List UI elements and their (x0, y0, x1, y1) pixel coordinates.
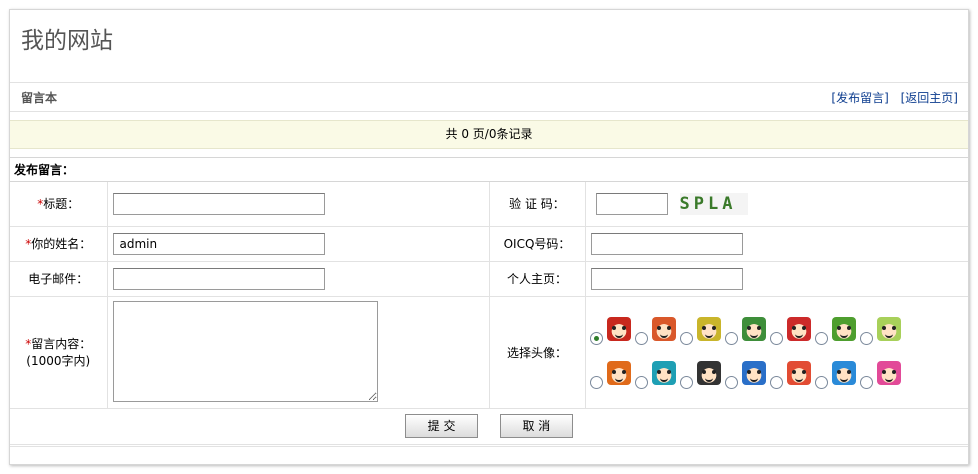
subject-label: *标题： (10, 182, 108, 227)
subject-label-text: 标题： (43, 197, 80, 212)
avatar-option[interactable] (679, 316, 721, 347)
homepage-input[interactable] (590, 267, 743, 290)
avatar-option[interactable] (724, 316, 766, 347)
avatar-option[interactable] (679, 360, 721, 391)
avatar-radio[interactable] (724, 331, 738, 345)
avatar-option[interactable] (634, 316, 676, 347)
blue-hair-boy-icon (831, 360, 856, 385)
avatar-radio[interactable] (814, 331, 828, 345)
blue-cap-boy-icon (741, 360, 766, 385)
subject-input[interactable] (112, 192, 325, 215)
avatar-option[interactable] (814, 316, 856, 347)
avatar-radio[interactable] (589, 331, 603, 345)
name-label: *你的姓名： (10, 225, 108, 262)
avatar-option[interactable] (859, 360, 901, 391)
avatar-radio[interactable] (679, 331, 693, 345)
avatar-radio[interactable] (724, 375, 738, 389)
panda-red-hair-icon (606, 316, 631, 341)
guestbook-links: [发布留言] [返回主页] (823, 89, 958, 106)
avatar-option[interactable] (589, 316, 631, 347)
name-input[interactable] (112, 232, 325, 255)
form-title: 发布留言： (10, 157, 968, 182)
avatar-radio[interactable] (859, 375, 873, 389)
teal-hair-girl-icon (651, 360, 676, 385)
oicq-input[interactable] (590, 232, 743, 255)
email-label: 电子邮件： (10, 260, 108, 297)
avatar-option[interactable] (769, 360, 811, 391)
homepage-label: 个人主页： (488, 260, 586, 297)
avatar-radio[interactable] (589, 375, 603, 389)
red-hair-girl-icon (786, 316, 811, 341)
return-home-link[interactable]: [返回主页] (901, 91, 958, 105)
avatar-option[interactable] (724, 360, 766, 391)
avatar-radio[interactable] (679, 375, 693, 389)
site-title: 我的网站 (21, 28, 113, 54)
page-frame: 我的网站 留言本 [发布留言] [返回主页] 共 0 页/0条记录 发布留言： … (9, 9, 969, 465)
avatar-picker (586, 297, 969, 391)
avatar-radio[interactable] (859, 331, 873, 345)
form-actions: 提 交 取 消 (10, 407, 968, 445)
email-input[interactable] (112, 267, 325, 290)
oicq-label: OICQ号码： (488, 225, 586, 262)
red-frog-icon (651, 316, 676, 341)
bottom-divider (10, 446, 968, 447)
captcha-input[interactable] (595, 192, 668, 215)
content-label-text: 留言内容： (31, 337, 92, 351)
avatar-radio[interactable] (769, 375, 783, 389)
carrot-icon (606, 360, 631, 385)
message-form: *标题： 验 证 码： SPLA *你的姓名： OICQ号码： 电子邮件： 个人… (10, 182, 968, 445)
content-label: *留言内容： (1000字内) (10, 295, 108, 409)
avatar-label: 选择头像： (488, 295, 586, 409)
dark-hair-boy-icon (696, 360, 721, 385)
avatar-option[interactable] (814, 360, 856, 391)
avatar-radio[interactable] (769, 331, 783, 345)
name-label-text: 你的姓名： (31, 237, 92, 251)
avatar-row (589, 347, 969, 391)
content-textarea[interactable] (112, 300, 378, 402)
avatar-option[interactable] (769, 316, 811, 347)
submit-button[interactable]: 提 交 (405, 414, 479, 438)
record-count: 共 0 页/0条记录 (10, 120, 968, 149)
content-hint: (1000字内) (26, 354, 91, 368)
avatar-row (589, 303, 969, 347)
red-pig-icon (786, 360, 811, 385)
avatar-option[interactable] (634, 360, 676, 391)
captcha-label: 验 证 码： (488, 182, 586, 227)
yellow-face-icon (696, 316, 721, 341)
avatar-option[interactable] (859, 316, 901, 347)
yellow-chick-icon (876, 316, 901, 341)
avatar-option[interactable] (589, 360, 631, 391)
guestbook-title: 留言本 (21, 91, 58, 105)
avatar-radio[interactable] (814, 375, 828, 389)
pink-hair-girl-icon (876, 360, 901, 385)
captcha-image[interactable]: SPLA (679, 192, 748, 215)
avatar-radio[interactable] (634, 331, 648, 345)
post-message-link[interactable]: [发布留言] (831, 91, 888, 105)
green-frog-icon (831, 316, 856, 341)
guestbook-bar: 留言本 [发布留言] [返回主页] (10, 82, 968, 112)
green-turtle-icon (741, 316, 766, 341)
cancel-button[interactable]: 取 消 (499, 414, 573, 438)
avatar-radio[interactable] (634, 375, 648, 389)
